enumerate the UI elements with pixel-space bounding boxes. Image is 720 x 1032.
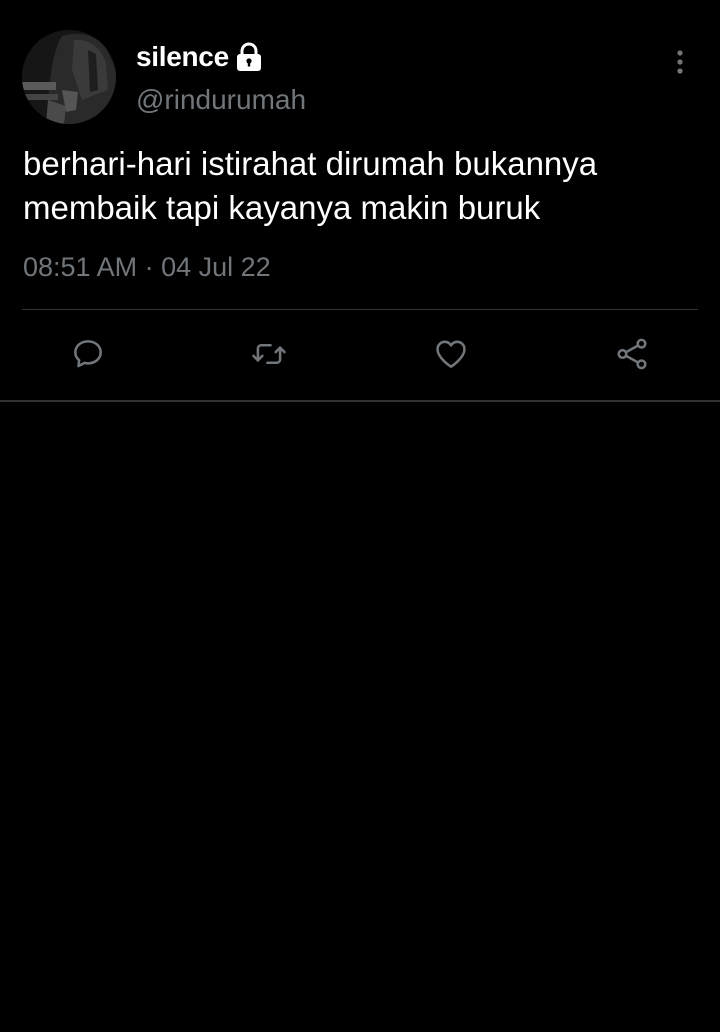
display-name-row[interactable]: silence xyxy=(136,38,263,76)
section-divider xyxy=(0,400,720,402)
like-button[interactable] xyxy=(427,330,475,378)
divider xyxy=(22,309,698,310)
reply-button[interactable] xyxy=(64,330,112,378)
avatar-image xyxy=(22,30,116,124)
share-button[interactable] xyxy=(608,330,656,378)
reply-icon xyxy=(74,340,102,368)
heart-icon xyxy=(436,340,466,368)
lock-icon xyxy=(235,42,263,72)
tweet-text: berhari-hari istirahat dirumah bukannya … xyxy=(23,145,598,226)
more-vertical-icon[interactable] xyxy=(666,46,694,78)
tweet-actions xyxy=(0,330,720,378)
display-name[interactable]: silence xyxy=(136,41,229,73)
retweet-button[interactable] xyxy=(245,330,293,378)
tweet-timestamp[interactable]: 08:51 AM · 04 Jul 22 xyxy=(23,252,271,283)
user-handle[interactable]: @rindurumah xyxy=(136,84,306,116)
share-icon xyxy=(617,338,647,370)
avatar[interactable] xyxy=(22,30,116,124)
retweet-icon xyxy=(252,344,286,364)
